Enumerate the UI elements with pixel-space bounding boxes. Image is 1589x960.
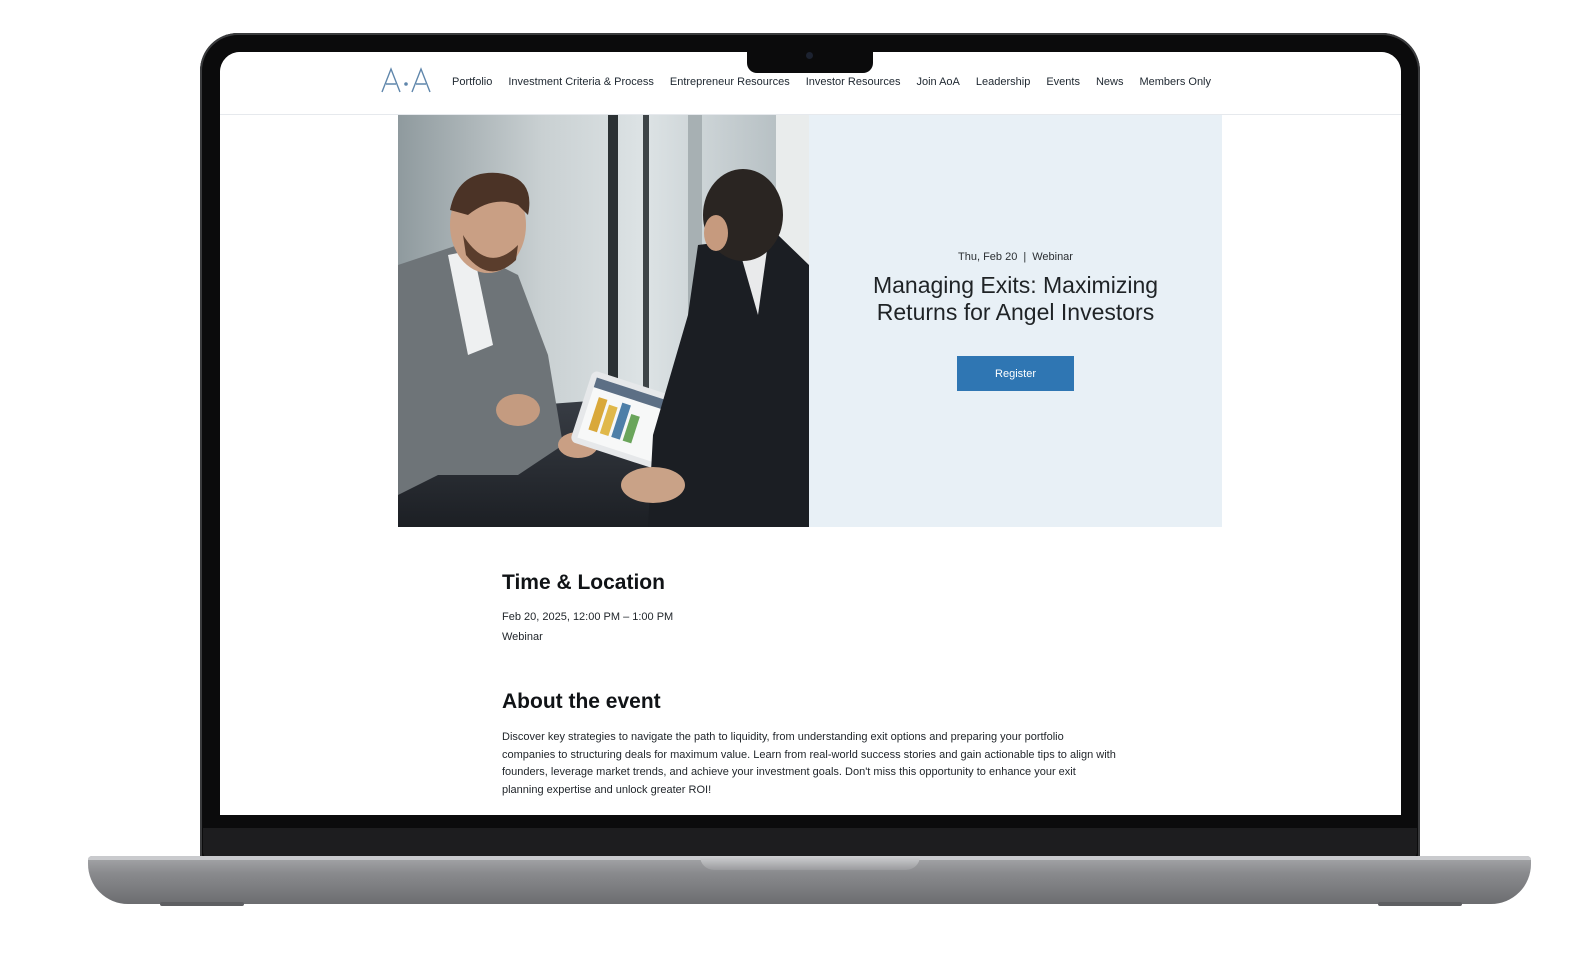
event-meta: Thu, Feb 20 | Webinar xyxy=(809,251,1222,263)
nav-item-events[interactable]: Events xyxy=(1046,76,1080,88)
hero-panel: Thu, Feb 20 | Webinar Managing Exits: Maxi… xyxy=(809,115,1222,527)
camera-icon xyxy=(806,52,813,59)
nav-item-investor-resources[interactable]: Investor Resources xyxy=(806,76,901,88)
about-description: Discover key strategies to navigate the … xyxy=(502,731,1116,797)
laptop-opening-notch xyxy=(700,856,920,870)
site-logo[interactable] xyxy=(380,66,432,94)
nav-item-portfolio[interactable]: Portfolio xyxy=(452,76,492,88)
nav-item-investment-criteria[interactable]: Investment Criteria & Process xyxy=(508,76,654,88)
main-nav: Portfolio Investment Criteria & Process … xyxy=(452,76,1211,88)
logo-mark-icon xyxy=(381,67,431,93)
nav-item-entrepreneur-resources[interactable]: Entrepreneur Resources xyxy=(670,76,790,88)
business-meeting-image xyxy=(398,115,809,527)
time-location-heading: Time & Location xyxy=(502,571,665,594)
laptop-foot-right xyxy=(1378,902,1462,906)
register-button[interactable]: Register xyxy=(957,356,1074,391)
event-format: Webinar xyxy=(1032,251,1073,263)
laptop-screen: Portfolio Investment Criteria & Process … xyxy=(220,52,1401,815)
meta-separator: | xyxy=(1023,251,1027,263)
nav-item-members-only[interactable]: Members Only xyxy=(1139,76,1211,88)
event-date: Thu, Feb 20 xyxy=(958,251,1018,263)
hero-photo xyxy=(398,115,809,527)
laptop-bottom-bezel xyxy=(203,828,1417,858)
about-heading: About the event xyxy=(502,690,661,713)
nav-item-join-aoa[interactable]: Join AoA xyxy=(916,76,959,88)
nav-item-leadership[interactable]: Leadership xyxy=(976,76,1030,88)
event-title: Managing Exits: Maximizing Returns for A… xyxy=(872,272,1159,325)
event-location: Webinar xyxy=(502,631,543,643)
nav-item-news[interactable]: News xyxy=(1096,76,1124,88)
laptop-notch xyxy=(747,50,873,73)
event-datetime: Feb 20, 2025, 12:00 PM – 1:00 PM xyxy=(502,611,674,623)
laptop-foot-left xyxy=(160,902,244,906)
